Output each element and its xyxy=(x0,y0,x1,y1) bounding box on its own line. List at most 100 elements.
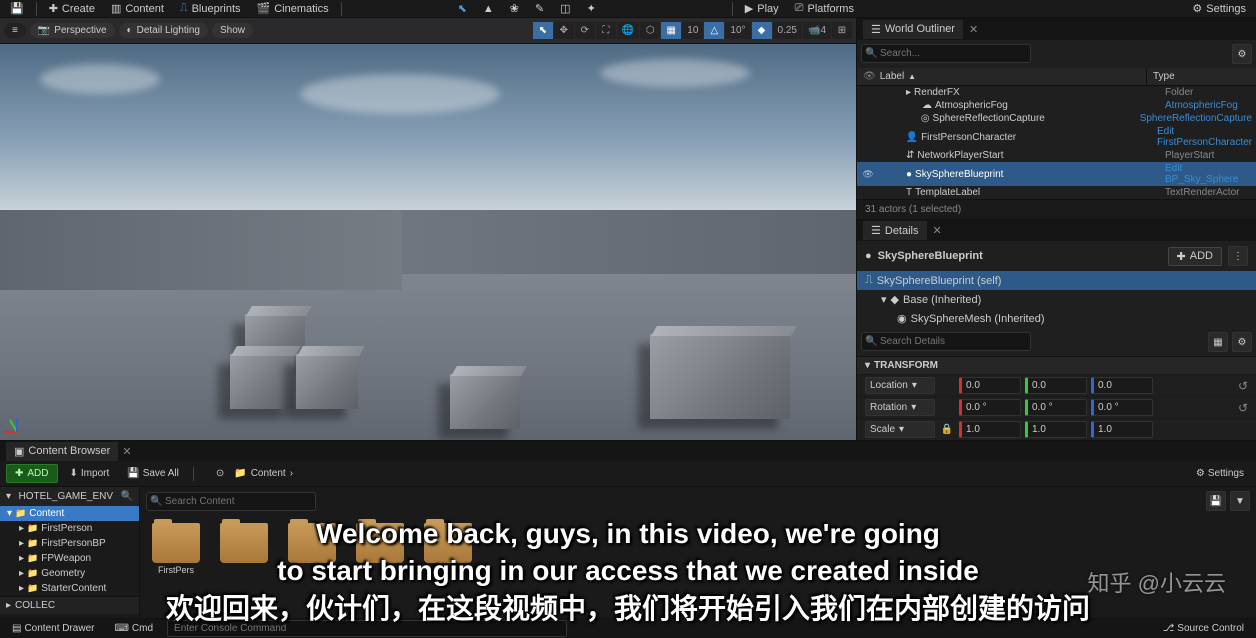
fracture-mode[interactable]: ✦ xyxy=(581,0,602,17)
scale-z[interactable] xyxy=(1091,421,1153,438)
folder-item[interactable] xyxy=(352,523,408,610)
select-tool[interactable]: ⬉ xyxy=(533,22,553,39)
play-button[interactable]: ▶Play xyxy=(739,0,785,17)
details-search[interactable] xyxy=(861,332,1031,351)
outliner-row[interactable]: ◎SphereReflectionCaptureSphereReflection… xyxy=(857,112,1256,125)
outliner-row[interactable]: ☁AtmosphericFogAtmosphericFog xyxy=(857,99,1256,112)
rotate-tool[interactable]: ⟳ xyxy=(575,22,595,39)
folder-item[interactable]: FirstPers xyxy=(148,523,204,610)
content-browser-tab[interactable]: ▣Content Browser xyxy=(6,442,118,461)
outliner-search[interactable] xyxy=(861,44,1031,63)
component-base[interactable]: ▾◆Base (Inherited) xyxy=(857,290,1256,309)
scale-snap-toggle[interactable]: ◆ xyxy=(752,22,772,39)
scale-snap-value[interactable]: 0.25 xyxy=(773,22,802,39)
angle-snap-value[interactable]: 10° xyxy=(725,22,750,39)
angle-snap-toggle[interactable]: △ xyxy=(704,22,724,39)
cinematics-button[interactable]: 🎬Cinematics xyxy=(251,0,335,17)
viewport-options[interactable]: ≡ xyxy=(4,23,26,38)
folder-item[interactable] xyxy=(284,523,340,610)
details-tab[interactable]: ☰Details xyxy=(863,221,927,240)
scale-label[interactable]: Scale▾ xyxy=(865,421,935,438)
outliner-row[interactable]: 👁●SkySphereBlueprintEdit BP_Sky_Sphere xyxy=(857,162,1256,186)
filter-button[interactable]: ▼ xyxy=(1230,491,1250,511)
saveall-button[interactable]: 💾Save All xyxy=(121,465,185,482)
history-back[interactable]: ⊙ xyxy=(210,465,230,482)
tree-item[interactable]: ▸📁FPWeapon xyxy=(0,551,139,566)
collections-header[interactable]: ▸COLLEC xyxy=(0,596,139,614)
camera-speed[interactable]: 📹4 xyxy=(803,22,831,39)
mesh-mode[interactable]: ◫ xyxy=(554,0,576,17)
outliner-row[interactable]: TTemplateLabelTextRenderActor xyxy=(857,186,1256,199)
tree-item[interactable]: ▾📁Content xyxy=(0,506,139,521)
content-search[interactable] xyxy=(146,492,316,511)
location-z[interactable] xyxy=(1091,377,1153,394)
details-filter[interactable]: ⚙ xyxy=(1232,332,1252,352)
create-button[interactable]: ✚Create xyxy=(43,0,101,17)
add-component-button[interactable]: ✚ADD xyxy=(1168,247,1222,266)
rotation-label[interactable]: Rotation▾ xyxy=(865,399,935,416)
cb-settings[interactable]: ⚙Settings xyxy=(1190,465,1250,482)
outliner-row[interactable]: ▸RenderFXFolder xyxy=(857,86,1256,99)
folder-item[interactable] xyxy=(420,523,476,610)
reset-rotation[interactable]: ↺ xyxy=(1238,401,1248,415)
component-mesh[interactable]: ◉SkySphereMesh (Inherited) xyxy=(857,309,1256,328)
reset-location[interactable]: ↺ xyxy=(1238,379,1248,393)
brush-mode[interactable]: ✎ xyxy=(529,0,550,17)
location-x[interactable] xyxy=(959,377,1021,394)
tree-item[interactable]: ▸📁FirstPersonBP xyxy=(0,536,139,551)
scale-x[interactable] xyxy=(959,421,1021,438)
tree-item[interactable]: ▸📁Geometry xyxy=(0,566,139,581)
details-options[interactable]: ⋮ xyxy=(1228,246,1248,266)
landscape-mode[interactable]: ▲ xyxy=(477,1,500,17)
coord-space[interactable]: 🌐 xyxy=(617,22,639,39)
select-mode[interactable]: ⬉ xyxy=(452,0,473,17)
outliner-row[interactable]: 👤FirstPersonCharacterEdit FirstPersonCha… xyxy=(857,125,1256,149)
crumb-content[interactable]: Content xyxy=(251,468,286,479)
source-control[interactable]: ⎇Source Control xyxy=(1157,620,1250,637)
content-button[interactable]: ▥Content xyxy=(105,0,170,17)
search-icon[interactable]: 🔍 xyxy=(121,491,133,502)
content-drawer-button[interactable]: ▤Content Drawer xyxy=(6,620,100,637)
folder-item[interactable] xyxy=(216,523,272,610)
rotation-z[interactable] xyxy=(1091,399,1153,416)
blueprints-button[interactable]: ⎍Blueprints xyxy=(174,0,247,17)
console-input[interactable] xyxy=(167,620,567,637)
transform-section[interactable]: ▾TRANSFORM xyxy=(857,356,1256,374)
rotation-x[interactable] xyxy=(959,399,1021,416)
rotation-y[interactable] xyxy=(1025,399,1087,416)
settings-button[interactable]: ⚙Settings xyxy=(1186,0,1252,17)
maximize-viewport[interactable]: ⊞ xyxy=(832,22,852,39)
close-tab[interactable]: ✕ xyxy=(969,23,978,36)
surface-snap[interactable]: ⬡ xyxy=(640,22,660,39)
translate-tool[interactable]: ✥ xyxy=(554,22,574,39)
save-filter[interactable]: 💾 xyxy=(1206,491,1226,511)
viewmode-dropdown[interactable]: ◐Detail Lighting xyxy=(119,23,208,38)
close-tab[interactable]: ✕ xyxy=(933,224,942,237)
details-view[interactable]: ▦ xyxy=(1208,332,1228,352)
tree-item[interactable]: ▸📁FirstPerson xyxy=(0,521,139,536)
type-column[interactable]: Type xyxy=(1147,68,1256,85)
label-column[interactable]: 👁Label▲ xyxy=(857,68,1147,85)
foliage-mode[interactable]: ❀ xyxy=(504,0,525,17)
location-y[interactable] xyxy=(1025,377,1087,394)
save-button[interactable]: 💾 xyxy=(4,0,30,17)
platforms-button[interactable]: ⎚Platforms xyxy=(789,0,860,17)
import-button[interactable]: ⬇Import xyxy=(64,465,116,482)
outliner-tab[interactable]: ☰World Outliner xyxy=(863,20,963,39)
grid-snap-toggle[interactable]: ▦ xyxy=(661,22,681,39)
lock-scale[interactable]: 🔒 xyxy=(939,424,955,435)
tree-item[interactable]: ▸📁StarterContent xyxy=(0,581,139,596)
add-button[interactable]: ✚ADD xyxy=(6,464,58,483)
component-root[interactable]: ⎍SkySphereBlueprint (self) xyxy=(857,271,1256,290)
grid-snap-value[interactable]: 10 xyxy=(682,22,703,39)
scale-tool[interactable]: ⛶ xyxy=(596,22,616,39)
3d-viewport[interactable] xyxy=(0,44,856,440)
cmd-button[interactable]: ⌨Cmd xyxy=(108,620,159,637)
outliner-row[interactable]: ⇵NetworkPlayerStartPlayerStart xyxy=(857,149,1256,162)
show-dropdown[interactable]: Show xyxy=(212,23,253,38)
close-tab[interactable]: ✕ xyxy=(122,445,131,458)
outliner-filter[interactable]: ⚙ xyxy=(1232,44,1252,64)
scale-y[interactable] xyxy=(1025,421,1087,438)
location-label[interactable]: Location▾ xyxy=(865,377,935,394)
perspective-dropdown[interactable]: 📷Perspective xyxy=(30,23,115,38)
